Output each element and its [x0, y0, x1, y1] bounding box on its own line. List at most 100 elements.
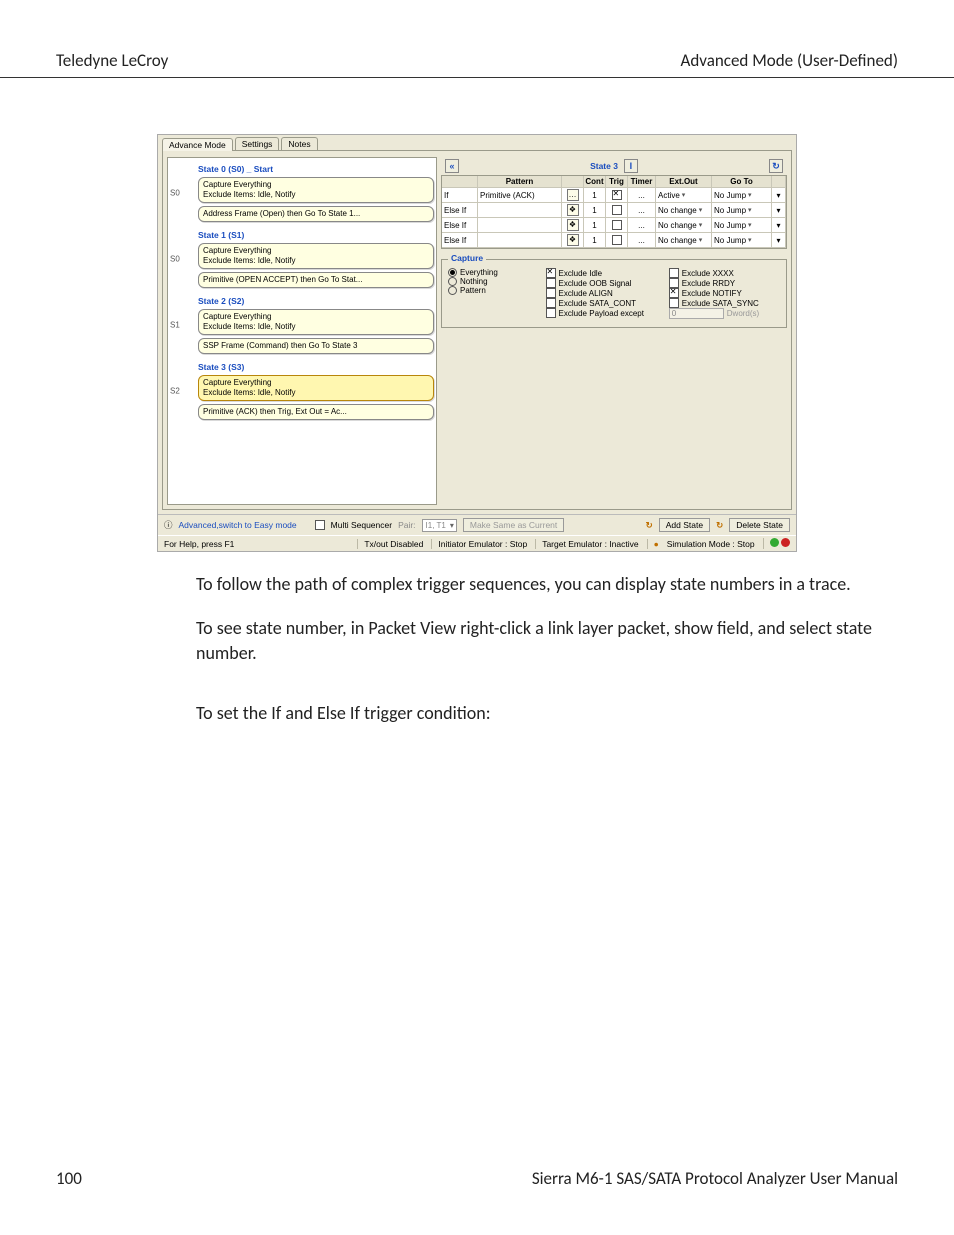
add-state-button[interactable]: Add State	[659, 518, 710, 532]
row-pattern[interactable]	[478, 218, 562, 233]
col-timer: Timer	[628, 176, 656, 188]
card-line: Exclude Items: Idle, Notify	[203, 256, 429, 266]
row-pattern[interactable]	[478, 203, 562, 218]
delete-state-icon: ↻	[716, 520, 723, 531]
state-block-1[interactable]: S0 State 1 (S1) Capture Everything Exclu…	[198, 230, 434, 288]
condition-row[interactable]: Else If ❖ 1 ... No change▾ No Jump▾ ▾	[442, 218, 786, 233]
manual-title: Sierra M6-1 SAS/SATA Protocol Analyzer U…	[532, 1168, 898, 1189]
row-op: Else If	[442, 203, 478, 218]
card-line: Primitive (ACK) then Trig, Ext Out = Ac.…	[203, 407, 429, 417]
tab-settings[interactable]: Settings	[235, 137, 280, 150]
row-pattern[interactable]	[478, 233, 562, 248]
trig-checkbox[interactable]	[612, 220, 622, 230]
state-card[interactable]: Capture Everything Exclude Items: Idle, …	[198, 243, 434, 269]
checkbox-label: Exclude SATA_SYNC	[682, 299, 759, 308]
extout-dropdown[interactable]: No change▾	[658, 206, 702, 215]
state-card[interactable]: Address Frame (Open) then Go To State 1.…	[198, 206, 434, 222]
radio-everything[interactable]	[448, 268, 457, 277]
multi-sequencer-checkbox[interactable]	[315, 520, 325, 530]
row-cont[interactable]: 1	[584, 218, 606, 233]
row-cont[interactable]: 1	[584, 233, 606, 248]
goto-dropdown[interactable]: No Jump▾	[714, 236, 752, 245]
exclude-oob-checkbox[interactable]	[546, 278, 556, 288]
row-menu-icon[interactable]: ▾	[776, 236, 780, 245]
status-txout: Tx/out Disabled	[357, 539, 423, 549]
state-card[interactable]: SSP Frame (Command) then Go To State 3	[198, 338, 434, 354]
trig-checkbox[interactable]	[612, 235, 622, 245]
radio-nothing[interactable]	[448, 277, 457, 286]
header-right: Advanced Mode (User-Defined)	[681, 50, 898, 71]
multi-sequencer-label: Multi Sequencer	[331, 520, 392, 530]
state-card[interactable]: Capture Everything Exclude Items: Idle, …	[198, 177, 434, 203]
row-pattern[interactable]: Primitive (ACK)	[478, 188, 562, 203]
exclude-satacont-checkbox[interactable]	[546, 298, 556, 308]
row-timer[interactable]: ...	[628, 233, 656, 248]
radio-pattern[interactable]	[448, 286, 457, 295]
status-led-green	[770, 538, 779, 547]
condition-row[interactable]: Else If ❖ 1 ... No change▾ No Jump▾ ▾	[442, 203, 786, 218]
exclude-notify-checkbox[interactable]	[669, 288, 679, 298]
exclude-payload-checkbox[interactable]	[546, 308, 556, 318]
tab-notes[interactable]: Notes	[281, 137, 317, 150]
checkbox-label: Exclude RRDY	[682, 279, 735, 288]
app-screenshot: Advance Mode Settings Notes S0 State 0 (…	[157, 134, 797, 552]
pattern-edit-icon[interactable]: …	[567, 189, 579, 201]
next-state-button[interactable]: I	[624, 159, 638, 173]
extout-dropdown[interactable]: No change▾	[658, 236, 702, 245]
exclude-satasync-checkbox[interactable]	[669, 298, 679, 308]
make-same-button[interactable]: Make Same as Current	[463, 518, 564, 532]
status-target: Target Emulator : Inactive	[535, 539, 638, 549]
exclude-align-checkbox[interactable]	[546, 288, 556, 298]
delete-state-button[interactable]: Delete State	[729, 518, 790, 532]
tab-advance-mode[interactable]: Advance Mode	[162, 138, 233, 151]
refresh-state-button[interactable]: ↻	[769, 159, 783, 173]
state-side-label: S2	[170, 387, 180, 396]
trig-checkbox[interactable]	[612, 205, 622, 215]
exclude-idle-checkbox[interactable]	[546, 268, 556, 278]
status-bar: For Help, press F1 Tx/out Disabled Initi…	[158, 535, 796, 551]
page-body: Advance Mode Settings Notes S0 State 0 (…	[0, 78, 954, 725]
pattern-edit-icon[interactable]: ❖	[567, 234, 579, 246]
card-line: SSP Frame (Command) then Go To State 3	[203, 341, 429, 351]
pattern-edit-icon[interactable]: ❖	[567, 204, 579, 216]
row-cont[interactable]: 1	[584, 188, 606, 203]
row-timer[interactable]: ...	[628, 218, 656, 233]
exclude-xxxx-checkbox[interactable]	[669, 268, 679, 278]
trig-checkbox[interactable]	[612, 190, 622, 200]
row-menu-icon[interactable]: ▾	[776, 221, 780, 230]
card-line: Capture Everything	[203, 180, 429, 190]
extout-dropdown[interactable]: Active▾	[658, 191, 685, 200]
state-flow-panel[interactable]: S0 State 0 (S0) _ Start Capture Everythi…	[167, 157, 437, 505]
state-block-0[interactable]: S0 State 0 (S0) _ Start Capture Everythi…	[198, 164, 434, 222]
goto-dropdown[interactable]: No Jump▾	[714, 191, 752, 200]
prev-state-button[interactable]: «	[445, 159, 459, 173]
state-card[interactable]: Capture Everything Exclude Items: Idle, …	[198, 375, 434, 401]
goto-dropdown[interactable]: No Jump▾	[714, 206, 752, 215]
goto-dropdown[interactable]: No Jump▾	[714, 221, 752, 230]
state-card[interactable]: Primitive (OPEN ACCEPT) then Go To Stat.…	[198, 272, 434, 288]
state-title: State 3 (S3)	[198, 362, 434, 372]
card-line: Capture Everything	[203, 246, 429, 256]
body-paragraph-2: To see state number, in Packet View righ…	[196, 616, 898, 665]
row-timer[interactable]: ...	[628, 188, 656, 203]
state-card[interactable]: Primitive (ACK) then Trig, Ext Out = Ac.…	[198, 404, 434, 420]
row-menu-icon[interactable]: ▾	[776, 206, 780, 215]
card-line: Capture Everything	[203, 378, 429, 388]
switch-easy-mode-link[interactable]: Advanced,switch to Easy mode	[179, 520, 297, 530]
row-timer[interactable]: ...	[628, 203, 656, 218]
extout-dropdown[interactable]: No change▾	[658, 221, 702, 230]
dword-input[interactable]	[669, 308, 724, 319]
row-cont[interactable]: 1	[584, 203, 606, 218]
row-menu-icon[interactable]: ▾	[776, 191, 780, 200]
page-header: Teledyne LeCroy Advanced Mode (User-Defi…	[0, 0, 954, 78]
pattern-edit-icon[interactable]: ❖	[567, 219, 579, 231]
pair-dropdown[interactable]: I1, T1	[422, 519, 457, 532]
state-block-3[interactable]: S2 State 3 (S3) Capture Everything Exclu…	[198, 362, 434, 420]
col-pattern: Pattern	[478, 176, 562, 188]
state-title: State 2 (S2)	[198, 296, 434, 306]
checkbox-label: Exclude OOB Signal	[559, 279, 632, 288]
condition-row[interactable]: If Primitive (ACK) … 1 ... Active▾ No Ju…	[442, 188, 786, 203]
condition-row[interactable]: Else If ❖ 1 ... No change▾ No Jump▾ ▾	[442, 233, 786, 248]
state-block-2[interactable]: S1 State 2 (S2) Capture Everything Exclu…	[198, 296, 434, 354]
state-card[interactable]: Capture Everything Exclude Items: Idle, …	[198, 309, 434, 335]
